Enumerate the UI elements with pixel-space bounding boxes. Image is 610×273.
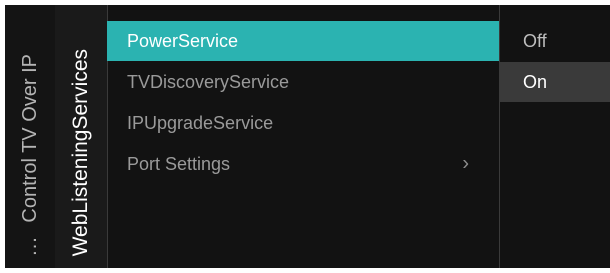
options-panel: Off On — [499, 21, 610, 103]
menu-item-label: IPUpgradeService — [127, 112, 274, 133]
menu-item-power-service[interactable]: PowerService — [107, 21, 499, 61]
option-label: On — [523, 71, 548, 92]
breadcrumb-current-column: WebListeningServices — [55, 5, 107, 268]
option-off[interactable]: Off — [499, 21, 610, 61]
option-on[interactable]: On — [499, 62, 610, 102]
chevron-right-icon: › — [462, 152, 469, 175]
breadcrumb-parent-column[interactable]: ... Control TV Over IP — [5, 5, 55, 268]
breadcrumb-current-label: WebListeningServices — [69, 48, 92, 256]
menu-item-port-settings[interactable]: Port Settings › — [107, 144, 499, 184]
breadcrumb-parent-label: Control TV Over IP — [18, 54, 41, 223]
menu-item-label: PowerService — [127, 30, 239, 51]
menu-item-label: Port Settings — [127, 153, 231, 174]
breadcrumb-ellipsis: ... — [18, 236, 41, 256]
settings-menu-list: PowerService TVDiscoveryService IPUpgrad… — [107, 21, 499, 185]
menu-item-ip-upgrade-service[interactable]: IPUpgradeService — [107, 103, 499, 143]
option-label: Off — [523, 30, 547, 51]
menu-item-tv-discovery-service[interactable]: TVDiscoveryService — [107, 62, 499, 102]
menu-item-label: TVDiscoveryService — [127, 71, 290, 92]
tv-settings-screen: ... Control TV Over IP WebListeningServi… — [5, 5, 610, 268]
